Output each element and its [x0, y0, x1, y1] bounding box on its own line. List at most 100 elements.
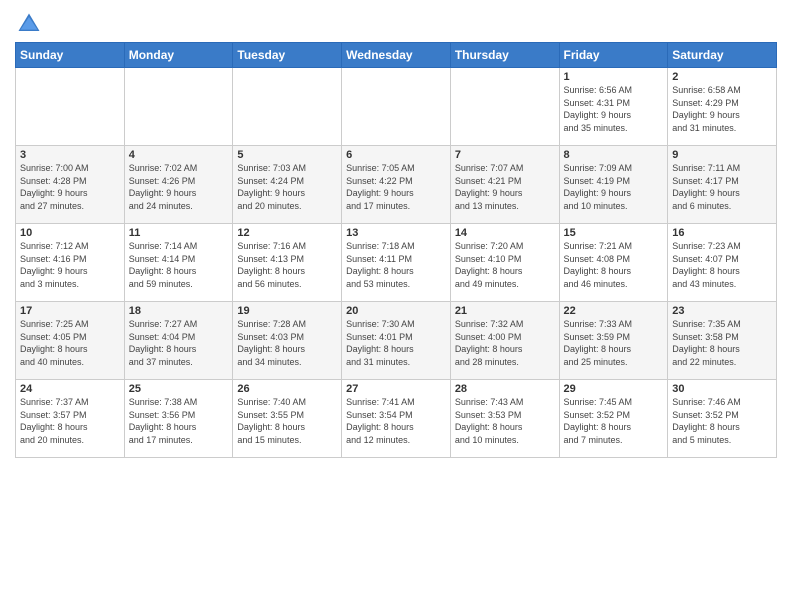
day-number: 15 [564, 227, 664, 239]
day-number: 25 [129, 383, 229, 395]
day-number: 2 [672, 71, 772, 83]
calendar-cell: 22Sunrise: 7:33 AM Sunset: 3:59 PM Dayli… [559, 302, 668, 380]
calendar-cell: 7Sunrise: 7:07 AM Sunset: 4:21 PM Daylig… [450, 146, 559, 224]
calendar-cell: 10Sunrise: 7:12 AM Sunset: 4:16 PM Dayli… [16, 224, 125, 302]
calendar-cell: 6Sunrise: 7:05 AM Sunset: 4:22 PM Daylig… [342, 146, 451, 224]
day-number: 22 [564, 305, 664, 317]
week-row-3: 10Sunrise: 7:12 AM Sunset: 4:16 PM Dayli… [16, 224, 777, 302]
day-info: Sunrise: 7:32 AM Sunset: 4:00 PM Dayligh… [455, 318, 555, 368]
calendar-cell: 19Sunrise: 7:28 AM Sunset: 4:03 PM Dayli… [233, 302, 342, 380]
day-number: 13 [346, 227, 446, 239]
week-row-2: 3Sunrise: 7:00 AM Sunset: 4:28 PM Daylig… [16, 146, 777, 224]
weekday-header-friday: Friday [559, 43, 668, 68]
day-info: Sunrise: 7:46 AM Sunset: 3:52 PM Dayligh… [672, 396, 772, 446]
day-info: Sunrise: 7:09 AM Sunset: 4:19 PM Dayligh… [564, 162, 664, 212]
calendar-cell: 28Sunrise: 7:43 AM Sunset: 3:53 PM Dayli… [450, 380, 559, 458]
day-number: 4 [129, 149, 229, 161]
calendar-cell: 8Sunrise: 7:09 AM Sunset: 4:19 PM Daylig… [559, 146, 668, 224]
calendar-cell: 3Sunrise: 7:00 AM Sunset: 4:28 PM Daylig… [16, 146, 125, 224]
logo [15, 10, 47, 38]
calendar-cell: 29Sunrise: 7:45 AM Sunset: 3:52 PM Dayli… [559, 380, 668, 458]
day-info: Sunrise: 7:27 AM Sunset: 4:04 PM Dayligh… [129, 318, 229, 368]
calendar-cell: 9Sunrise: 7:11 AM Sunset: 4:17 PM Daylig… [668, 146, 777, 224]
calendar-cell: 27Sunrise: 7:41 AM Sunset: 3:54 PM Dayli… [342, 380, 451, 458]
day-info: Sunrise: 7:38 AM Sunset: 3:56 PM Dayligh… [129, 396, 229, 446]
day-number: 23 [672, 305, 772, 317]
day-info: Sunrise: 6:56 AM Sunset: 4:31 PM Dayligh… [564, 84, 664, 134]
day-info: Sunrise: 7:45 AM Sunset: 3:52 PM Dayligh… [564, 396, 664, 446]
day-info: Sunrise: 7:16 AM Sunset: 4:13 PM Dayligh… [237, 240, 337, 290]
day-number: 18 [129, 305, 229, 317]
day-number: 10 [20, 227, 120, 239]
day-info: Sunrise: 7:30 AM Sunset: 4:01 PM Dayligh… [346, 318, 446, 368]
weekday-header-tuesday: Tuesday [233, 43, 342, 68]
day-number: 11 [129, 227, 229, 239]
day-info: Sunrise: 7:33 AM Sunset: 3:59 PM Dayligh… [564, 318, 664, 368]
day-info: Sunrise: 7:23 AM Sunset: 4:07 PM Dayligh… [672, 240, 772, 290]
calendar-cell: 4Sunrise: 7:02 AM Sunset: 4:26 PM Daylig… [124, 146, 233, 224]
calendar-cell: 15Sunrise: 7:21 AM Sunset: 4:08 PM Dayli… [559, 224, 668, 302]
calendar-cell: 23Sunrise: 7:35 AM Sunset: 3:58 PM Dayli… [668, 302, 777, 380]
logo-icon [15, 10, 43, 38]
day-number: 19 [237, 305, 337, 317]
calendar-cell: 5Sunrise: 7:03 AM Sunset: 4:24 PM Daylig… [233, 146, 342, 224]
day-number: 16 [672, 227, 772, 239]
weekday-header-saturday: Saturday [668, 43, 777, 68]
calendar-cell: 18Sunrise: 7:27 AM Sunset: 4:04 PM Dayli… [124, 302, 233, 380]
day-info: Sunrise: 7:02 AM Sunset: 4:26 PM Dayligh… [129, 162, 229, 212]
day-number: 26 [237, 383, 337, 395]
day-info: Sunrise: 7:35 AM Sunset: 3:58 PM Dayligh… [672, 318, 772, 368]
weekday-row: SundayMondayTuesdayWednesdayThursdayFrid… [16, 43, 777, 68]
calendar-cell: 12Sunrise: 7:16 AM Sunset: 4:13 PM Dayli… [233, 224, 342, 302]
week-row-4: 17Sunrise: 7:25 AM Sunset: 4:05 PM Dayli… [16, 302, 777, 380]
calendar-body: 1Sunrise: 6:56 AM Sunset: 4:31 PM Daylig… [16, 68, 777, 458]
calendar-cell [16, 68, 125, 146]
day-number: 28 [455, 383, 555, 395]
day-info: Sunrise: 7:14 AM Sunset: 4:14 PM Dayligh… [129, 240, 229, 290]
page-container: SundayMondayTuesdayWednesdayThursdayFrid… [0, 0, 792, 468]
calendar-cell [233, 68, 342, 146]
calendar-cell: 24Sunrise: 7:37 AM Sunset: 3:57 PM Dayli… [16, 380, 125, 458]
weekday-header-thursday: Thursday [450, 43, 559, 68]
calendar-cell: 1Sunrise: 6:56 AM Sunset: 4:31 PM Daylig… [559, 68, 668, 146]
day-info: Sunrise: 7:11 AM Sunset: 4:17 PM Dayligh… [672, 162, 772, 212]
calendar-cell [342, 68, 451, 146]
calendar-cell: 16Sunrise: 7:23 AM Sunset: 4:07 PM Dayli… [668, 224, 777, 302]
day-number: 27 [346, 383, 446, 395]
day-info: Sunrise: 7:41 AM Sunset: 3:54 PM Dayligh… [346, 396, 446, 446]
day-info: Sunrise: 7:00 AM Sunset: 4:28 PM Dayligh… [20, 162, 120, 212]
weekday-header-wednesday: Wednesday [342, 43, 451, 68]
calendar-cell: 14Sunrise: 7:20 AM Sunset: 4:10 PM Dayli… [450, 224, 559, 302]
day-number: 6 [346, 149, 446, 161]
calendar-cell: 20Sunrise: 7:30 AM Sunset: 4:01 PM Dayli… [342, 302, 451, 380]
day-info: Sunrise: 7:18 AM Sunset: 4:11 PM Dayligh… [346, 240, 446, 290]
calendar-cell: 11Sunrise: 7:14 AM Sunset: 4:14 PM Dayli… [124, 224, 233, 302]
day-info: Sunrise: 7:28 AM Sunset: 4:03 PM Dayligh… [237, 318, 337, 368]
calendar-header: SundayMondayTuesdayWednesdayThursdayFrid… [16, 43, 777, 68]
day-number: 21 [455, 305, 555, 317]
day-number: 20 [346, 305, 446, 317]
calendar-cell: 26Sunrise: 7:40 AM Sunset: 3:55 PM Dayli… [233, 380, 342, 458]
day-info: Sunrise: 7:05 AM Sunset: 4:22 PM Dayligh… [346, 162, 446, 212]
weekday-header-monday: Monday [124, 43, 233, 68]
day-info: Sunrise: 7:03 AM Sunset: 4:24 PM Dayligh… [237, 162, 337, 212]
day-info: Sunrise: 7:37 AM Sunset: 3:57 PM Dayligh… [20, 396, 120, 446]
day-info: Sunrise: 7:21 AM Sunset: 4:08 PM Dayligh… [564, 240, 664, 290]
day-number: 9 [672, 149, 772, 161]
calendar-cell: 30Sunrise: 7:46 AM Sunset: 3:52 PM Dayli… [668, 380, 777, 458]
day-info: Sunrise: 7:07 AM Sunset: 4:21 PM Dayligh… [455, 162, 555, 212]
week-row-5: 24Sunrise: 7:37 AM Sunset: 3:57 PM Dayli… [16, 380, 777, 458]
day-info: Sunrise: 7:25 AM Sunset: 4:05 PM Dayligh… [20, 318, 120, 368]
day-number: 7 [455, 149, 555, 161]
day-number: 14 [455, 227, 555, 239]
day-info: Sunrise: 7:20 AM Sunset: 4:10 PM Dayligh… [455, 240, 555, 290]
calendar-cell: 21Sunrise: 7:32 AM Sunset: 4:00 PM Dayli… [450, 302, 559, 380]
day-info: Sunrise: 6:58 AM Sunset: 4:29 PM Dayligh… [672, 84, 772, 134]
day-number: 30 [672, 383, 772, 395]
day-number: 3 [20, 149, 120, 161]
day-number: 29 [564, 383, 664, 395]
week-row-1: 1Sunrise: 6:56 AM Sunset: 4:31 PM Daylig… [16, 68, 777, 146]
calendar-table: SundayMondayTuesdayWednesdayThursdayFrid… [15, 42, 777, 458]
day-number: 5 [237, 149, 337, 161]
header [15, 10, 777, 38]
